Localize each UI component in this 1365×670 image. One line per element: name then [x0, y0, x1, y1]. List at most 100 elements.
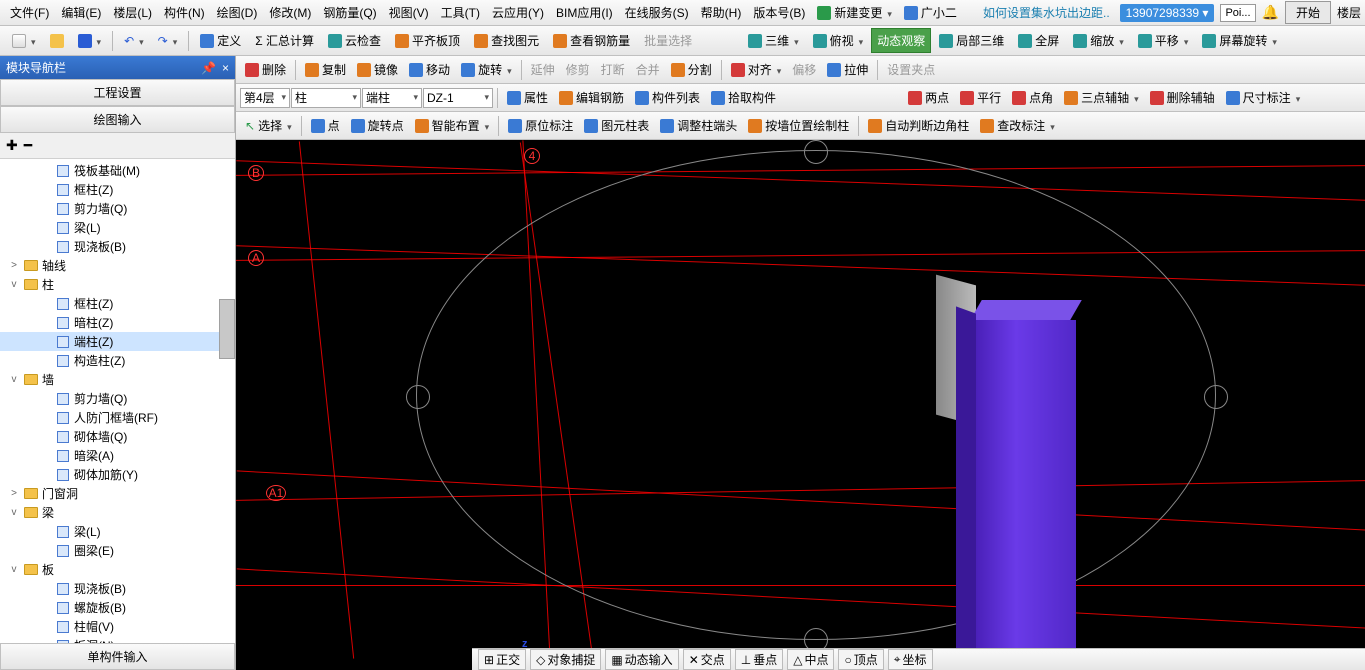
tree-item[interactable]: v墙 [0, 370, 235, 389]
tree-item[interactable]: 梁(L) [0, 522, 235, 541]
start-button[interactable]: 开始 [1285, 1, 1331, 24]
tree-item[interactable]: 端柱(Z) [0, 332, 235, 351]
break-button[interactable]: 打断 [596, 58, 630, 81]
perp-toggle[interactable]: ⊥ 垂点 [735, 649, 783, 670]
point-button[interactable]: 点 [306, 114, 345, 137]
pin-icon[interactable]: 📌 [201, 61, 216, 75]
coord-toggle[interactable]: ⌖ 坐标 [888, 649, 933, 670]
elem-table-button[interactable]: 图元柱表 [579, 114, 654, 137]
tree-item[interactable]: >轴线 [0, 256, 235, 275]
orbit-gizmo[interactable] [416, 150, 1216, 640]
draw-by-wall-button[interactable]: 按墙位置绘制柱 [743, 114, 854, 137]
tree-item[interactable]: 砌体墙(Q) [0, 427, 235, 446]
attrs-button[interactable]: 属性 [502, 86, 553, 109]
scrollbar-thumb[interactable] [219, 299, 235, 359]
menu-tools[interactable]: 工具(T) [435, 1, 486, 24]
menu-bim[interactable]: BIM应用(I) [550, 1, 619, 24]
tree-item[interactable]: v柱 [0, 275, 235, 294]
top-toggle[interactable]: ○ 顶点 [838, 649, 883, 670]
nav-tree[interactable]: 筏板基础(M)框柱(Z)剪力墙(Q)梁(L)现浇板(B)>轴线v柱框柱(Z)暗柱… [0, 159, 235, 643]
column-3d[interactable] [956, 280, 1096, 670]
extend-button[interactable]: 延伸 [526, 58, 560, 81]
local-3d-button[interactable]: 局部三维 [933, 28, 1010, 53]
intersect-toggle[interactable]: ✕ 交点 [683, 649, 731, 670]
view-rebar-button[interactable]: 查看钢筋量 [547, 28, 636, 53]
pan-button[interactable]: 平移 [1132, 28, 1195, 53]
tree-item[interactable]: 螺旋板(B) [0, 598, 235, 617]
save-button[interactable] [72, 30, 108, 52]
mirror-button[interactable]: 镜像 [352, 58, 403, 81]
trim-button[interactable]: 修剪 [561, 58, 595, 81]
cloud-check-button[interactable]: 云检查 [322, 28, 387, 53]
define-button[interactable]: 定义 [194, 28, 247, 53]
batch-select-button[interactable]: 批量选择 [638, 28, 698, 53]
menu-floor[interactable]: 楼层(L) [107, 1, 158, 24]
mid-toggle[interactable]: △ 中点 [787, 649, 834, 670]
collapse-icon[interactable]: ━ [24, 137, 32, 154]
tree-toggle-icon[interactable]: v [8, 279, 20, 290]
sum-button[interactable]: Σ 汇总计算 [249, 28, 320, 53]
section-draw[interactable]: 绘图输入 [0, 106, 235, 133]
menu-online[interactable]: 在线服务(S) [619, 1, 695, 24]
menu-component[interactable]: 构件(N) [158, 1, 211, 24]
undo-button[interactable]: ↶ [118, 30, 150, 52]
tree-toggle-icon[interactable]: v [8, 374, 20, 385]
parallel-button[interactable]: 平行 [955, 86, 1006, 109]
menu-cloud[interactable]: 云应用(Y) [486, 1, 550, 24]
two-pt-button[interactable]: 两点 [903, 86, 954, 109]
viewport-3d[interactable]: B A A1 4 z y x [236, 140, 1365, 670]
top-view-button[interactable]: 俯视 [807, 28, 870, 53]
orbit-handle-left[interactable] [406, 385, 430, 409]
osnap-toggle[interactable]: ◇ 对象捕捉 [530, 649, 601, 670]
tree-item[interactable]: 框柱(Z) [0, 180, 235, 199]
align-button[interactable]: 对齐 [726, 58, 787, 81]
screen-rotate-button[interactable]: 屏幕旋转 [1196, 28, 1283, 53]
tree-toggle-icon[interactable]: v [8, 507, 20, 518]
guangxiaoer-button[interactable]: 广小二 [898, 0, 963, 25]
view-annot-button[interactable]: 查改标注 [975, 114, 1060, 137]
stretch-button[interactable]: 拉伸 [822, 58, 873, 81]
orbit-handle-right[interactable] [1204, 385, 1228, 409]
angle-button[interactable]: 点角 [1007, 86, 1058, 109]
tree-item[interactable]: v板 [0, 560, 235, 579]
open-button[interactable] [44, 30, 70, 52]
menu-help[interactable]: 帮助(H) [695, 1, 748, 24]
tree-item[interactable]: 圈梁(E) [0, 541, 235, 560]
new-button[interactable] [6, 30, 42, 52]
tree-toggle-icon[interactable]: > [8, 488, 20, 499]
adjust-head-button[interactable]: 调整柱端头 [655, 114, 742, 137]
copy-button[interactable]: 复制 [300, 58, 351, 81]
menu-modify[interactable]: 修改(M) [263, 1, 317, 24]
section-project[interactable]: 工程设置 [0, 79, 235, 106]
tree-item[interactable]: 剪力墙(Q) [0, 199, 235, 218]
new-change-button[interactable]: 新建变更 [811, 0, 898, 25]
tree-item[interactable]: 梁(L) [0, 218, 235, 237]
menu-version[interactable]: 版本号(B) [747, 1, 811, 24]
set-grip-button[interactable]: 设置夹点 [882, 58, 940, 81]
delete-button[interactable]: 删除 [240, 58, 291, 81]
edit-rebar-button[interactable]: 编辑钢筋 [554, 86, 629, 109]
section-single[interactable]: 单构件输入 [0, 643, 235, 670]
move-button[interactable]: 移动 [404, 58, 455, 81]
tree-item[interactable]: >门窗洞 [0, 484, 235, 503]
bell-icon[interactable]: 🔔 [1262, 4, 1279, 21]
tree-item[interactable]: 筏板基础(M) [0, 161, 235, 180]
tree-item[interactable]: 剪力墙(Q) [0, 389, 235, 408]
3d-button[interactable]: 三维 [742, 28, 805, 53]
menu-view[interactable]: 视图(V) [383, 1, 435, 24]
rotate-button[interactable]: 旋转 [456, 58, 517, 81]
subtype-select[interactable]: 端柱 [362, 88, 422, 108]
expand-icon[interactable]: ✚ [6, 137, 18, 154]
redo-button[interactable]: ↷ [152, 30, 184, 52]
orbit-handle-top[interactable] [804, 140, 828, 164]
type-select[interactable]: 柱 [291, 88, 361, 108]
menu-draw[interactable]: 绘图(D) [211, 1, 264, 24]
three-pt-aux-button[interactable]: 三点辅轴 [1059, 86, 1144, 109]
ortho-toggle[interactable]: ⊞ 正交 [478, 649, 526, 670]
tree-item[interactable]: 柱帽(V) [0, 617, 235, 636]
split-button[interactable]: 分割 [666, 58, 717, 81]
level-top-button[interactable]: 平齐板顶 [389, 28, 466, 53]
id-select[interactable]: DZ-1 [423, 88, 493, 108]
tree-toggle-icon[interactable]: > [8, 260, 20, 271]
select-button[interactable]: ↖选择 [240, 114, 297, 137]
